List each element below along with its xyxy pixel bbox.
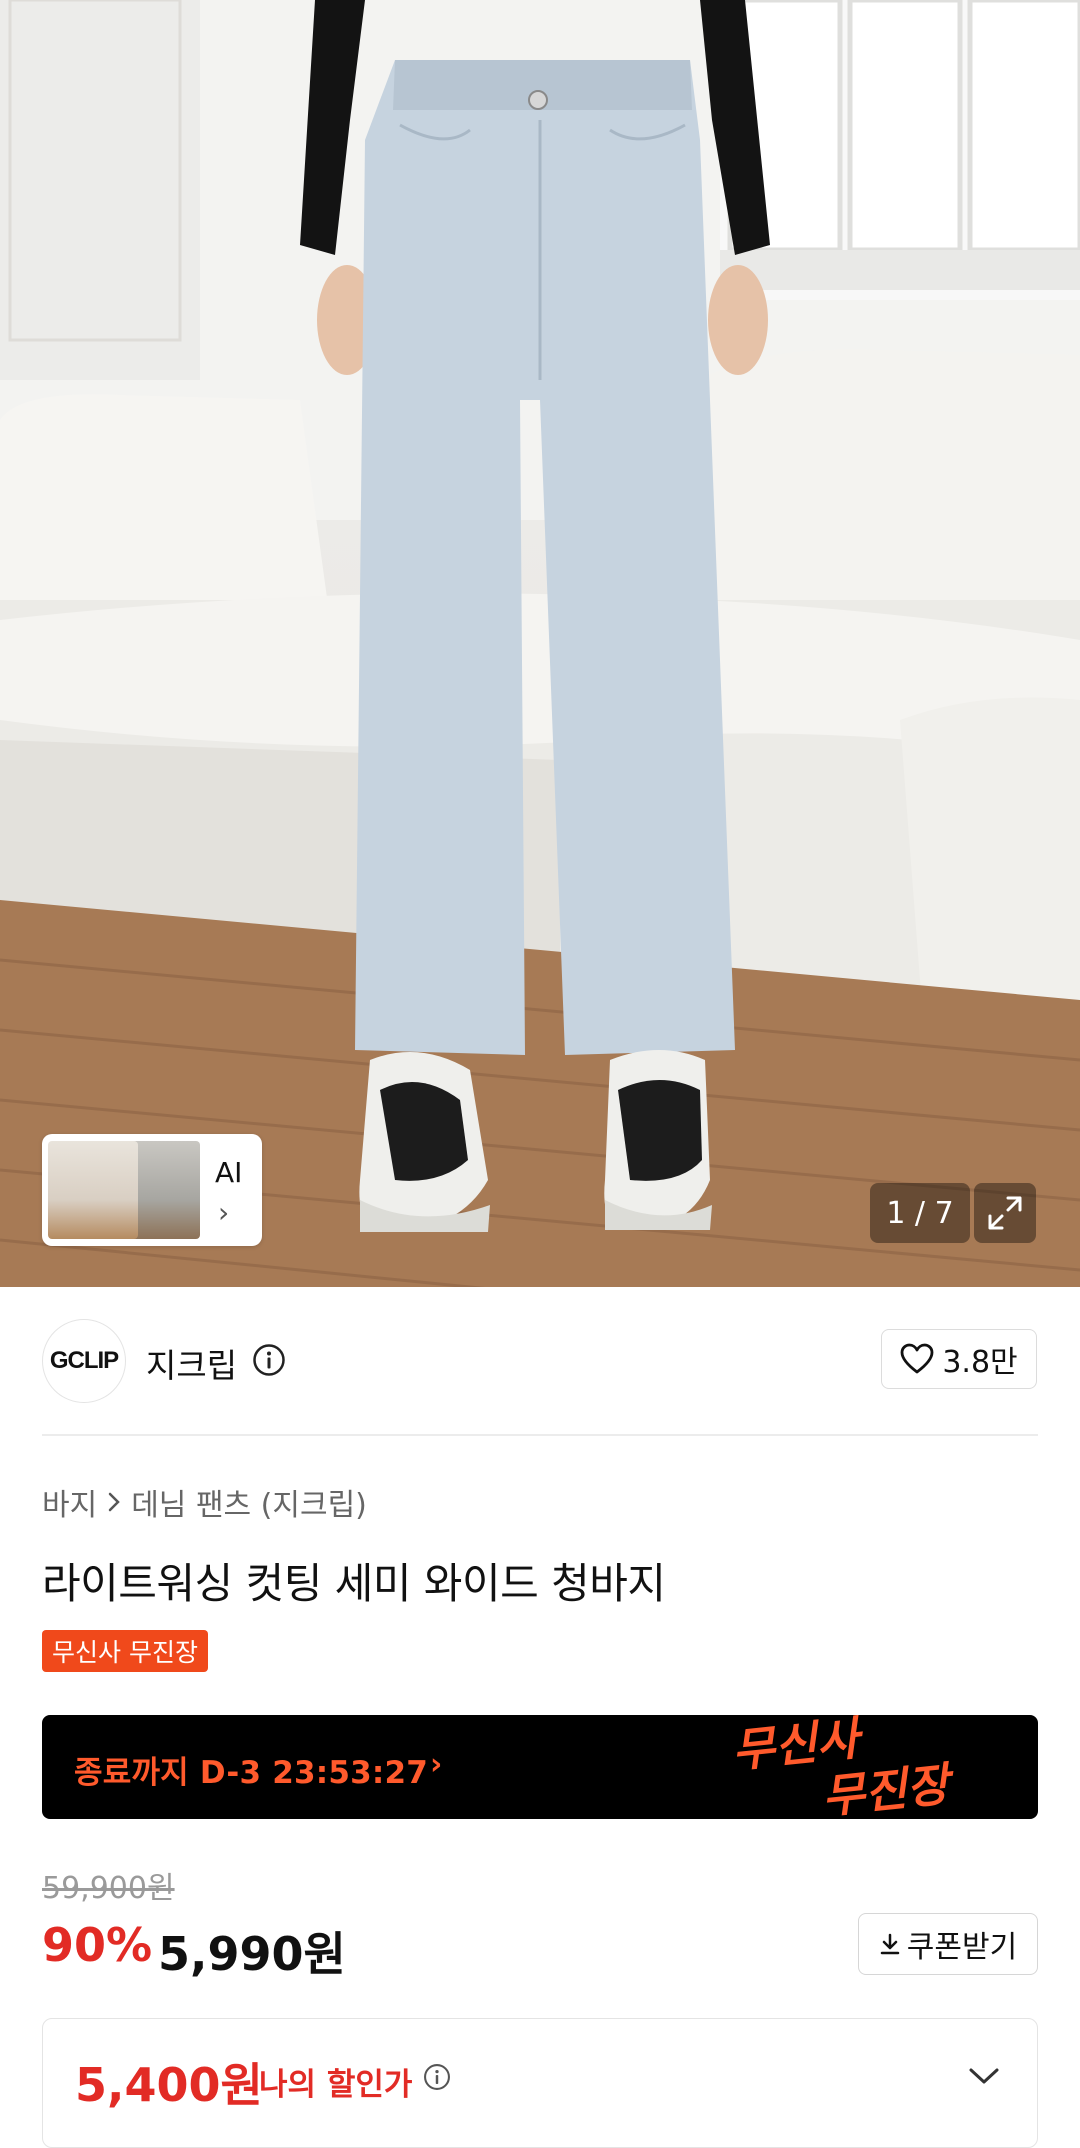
discount-rate: 90% <box>42 1918 153 1972</box>
countdown-text: 종료까지 D-3 23:53:27 <box>74 1755 429 1791</box>
musinsa-mujinjang-logo: 무신사 무진장 <box>730 1715 959 1819</box>
promo-badge: 무신사 무진장 <box>42 1630 208 1672</box>
info-icon[interactable] <box>252 1343 286 1377</box>
brand-name[interactable]: 지크립 <box>146 1339 237 1387</box>
ai-thumbnail-2 <box>130 1141 200 1239</box>
sale-price: 5,990원 <box>158 1927 346 1981</box>
expand-icon <box>988 1196 1022 1230</box>
my-discount-price: 5,400원 <box>75 2058 263 2112</box>
info-icon[interactable] <box>423 2063 451 2091</box>
chevron-right-icon: › <box>430 1747 443 1782</box>
product-image-gallery[interactable]: AI › 1 / 7 <box>0 0 1080 1287</box>
download-icon <box>880 1933 900 1955</box>
ai-label: AI <box>215 1156 243 1189</box>
my-discount-label: 나의 할인가 <box>259 2067 413 2103</box>
like-button[interactable]: 3.8만 <box>881 1329 1037 1389</box>
product-title: 라이트워싱 컷팅 세미 와이드 청바지 <box>42 1559 666 1608</box>
get-coupon-button[interactable]: 쿠폰받기 <box>858 1913 1038 1975</box>
breadcrumb-subcategory[interactable]: 데님 팬츠 (지크립) <box>131 1480 367 1524</box>
chevron-down-icon[interactable] <box>967 2065 1001 2087</box>
breadcrumb: 바지 데님 팬츠 (지크립) <box>42 1480 367 1524</box>
original-price: 59,900원 <box>42 1871 175 1906</box>
product-photo <box>0 0 1080 1287</box>
breadcrumb-category[interactable]: 바지 <box>42 1480 97 1524</box>
brand-logo[interactable]: GCLIP <box>42 1319 126 1403</box>
my-discount-panel[interactable]: 5,400원 나의 할인가 <box>42 2018 1038 2148</box>
image-counter: 1 / 7 <box>870 1183 970 1243</box>
fullscreen-button[interactable] <box>974 1183 1036 1243</box>
ai-similar-products-button[interactable]: AI › <box>42 1134 262 1246</box>
like-count: 3.8만 <box>942 1345 1018 1380</box>
heart-icon <box>900 1343 934 1374</box>
ai-thumbnail-1 <box>48 1141 138 1239</box>
chevron-right-icon <box>108 1492 120 1512</box>
chevron-right-icon: › <box>218 1196 230 1229</box>
coupon-label: 쿠폰받기 <box>906 1930 1018 1965</box>
brand-row: GCLIP 지크립 3.8만 <box>0 1287 1080 1435</box>
sale-timer-banner[interactable]: 종료까지 D-3 23:53:27 › 무신사 무진장 <box>42 1715 1038 1819</box>
divider <box>42 1434 1038 1436</box>
